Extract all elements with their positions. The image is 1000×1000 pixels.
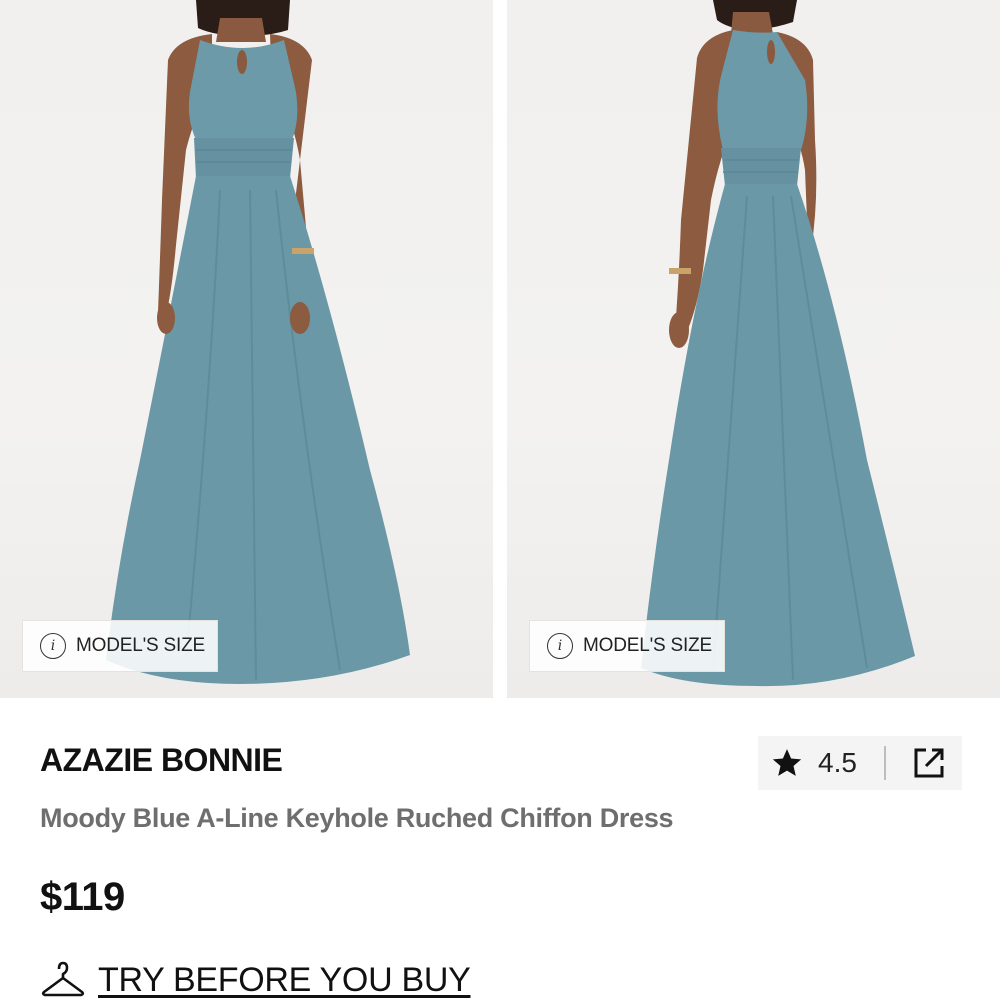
rating-share-bar: 4.5	[758, 736, 962, 790]
divider	[884, 746, 886, 780]
product-price: $119	[40, 875, 125, 919]
model-size-button[interactable]: i MODEL'S SIZE	[529, 620, 725, 672]
product-name: Moody Blue A-Line Keyhole Ruched Chiffon…	[40, 803, 674, 833]
try-before-you-buy-link[interactable]: TRY BEFORE YOU BUY	[40, 960, 471, 1000]
dress-back-illustration	[641, 0, 915, 687]
dress-front-illustration	[106, 0, 410, 684]
product-photo-front[interactable]: i MODEL'S SIZE	[0, 0, 493, 698]
product-image-gallery[interactable]: i MODEL'S SIZE i MODEL'S SIZE	[0, 0, 1000, 700]
try-before-label: TRY BEFORE YOU BUY	[98, 960, 471, 999]
info-icon: i	[547, 633, 573, 659]
model-size-label: MODEL'S SIZE	[583, 635, 712, 656]
model-size-label: MODEL'S SIZE	[76, 635, 205, 656]
hanger-icon	[41, 961, 85, 997]
star-icon	[772, 749, 802, 776]
share-icon[interactable]	[910, 744, 948, 782]
brand-title: AZAZIE BONNIE	[40, 742, 283, 778]
info-icon: i	[40, 633, 66, 659]
rating-value[interactable]: 4.5	[818, 747, 857, 779]
model-size-button[interactable]: i MODEL'S SIZE	[22, 620, 218, 672]
product-photo-back[interactable]: i MODEL'S SIZE	[507, 0, 1000, 698]
